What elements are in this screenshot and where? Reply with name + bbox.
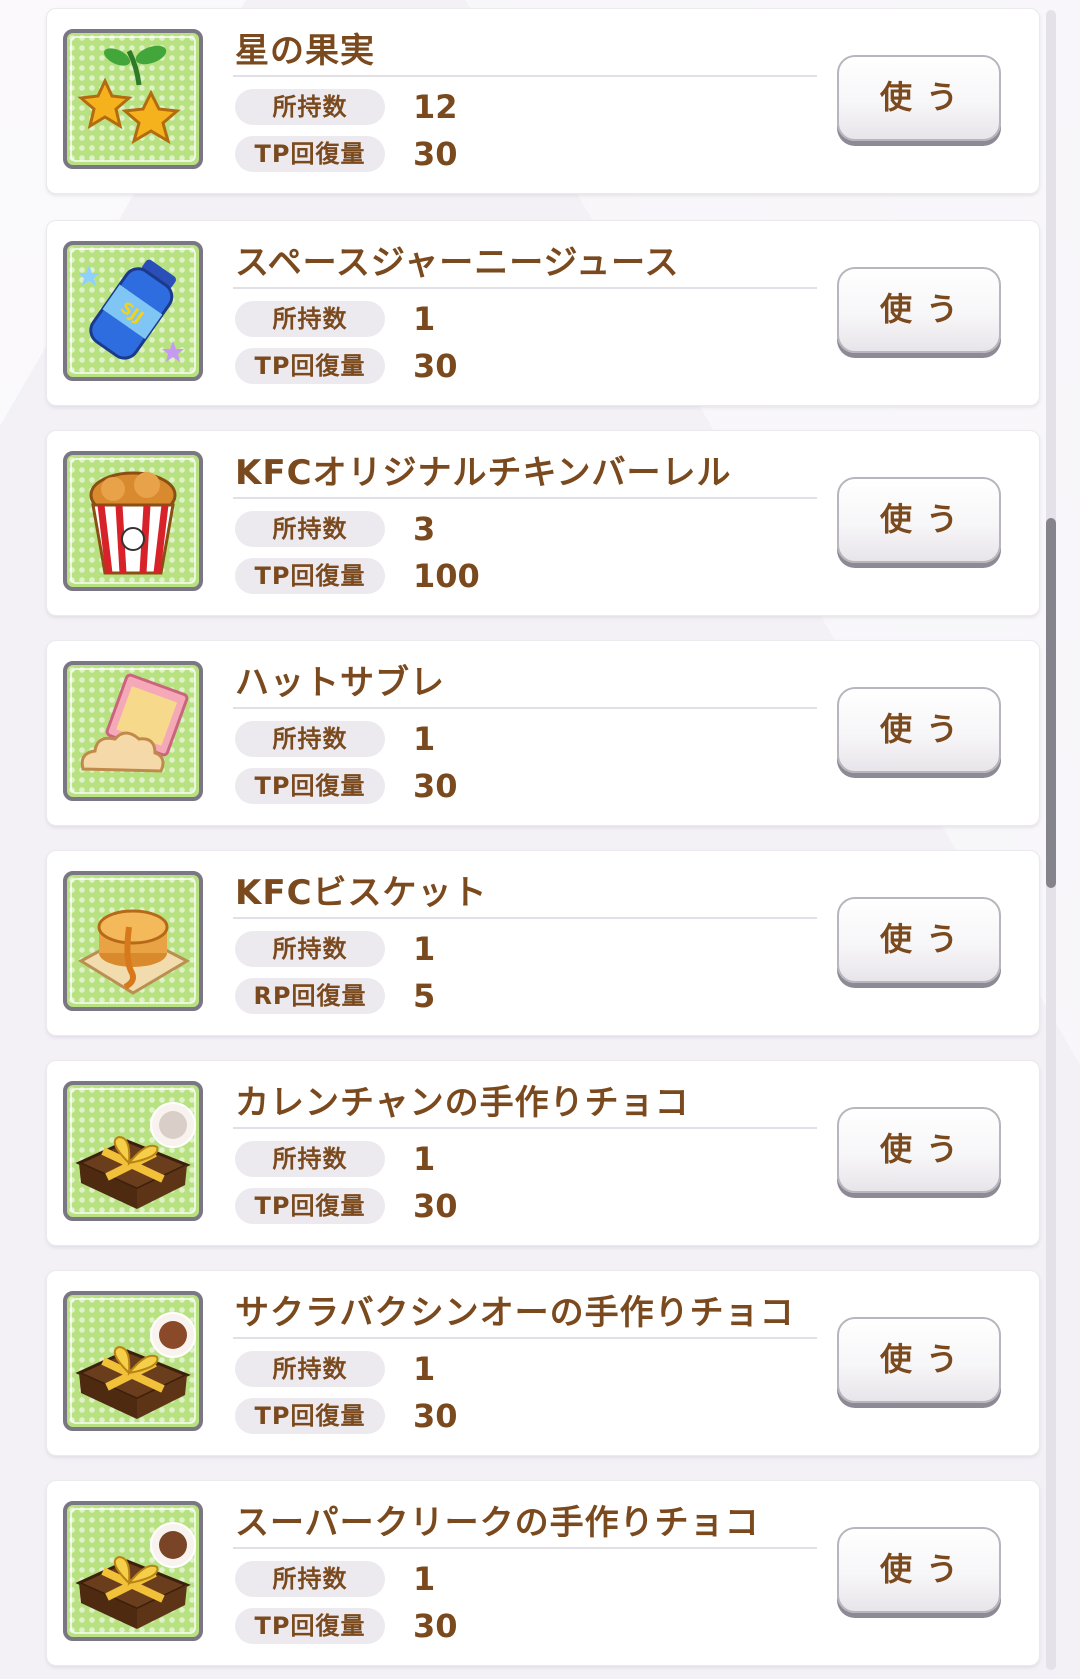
owned-label: 所持数 <box>235 1141 385 1177</box>
item-thumbnail <box>63 871 203 1011</box>
recovery-value: 30 <box>413 135 458 173</box>
divider <box>233 497 817 499</box>
gift-box-icon <box>75 1102 196 1209</box>
divider <box>233 707 817 709</box>
item-card: ハットサブレ 所持数 1 TP回復量 30 使う <box>46 640 1040 826</box>
use-button[interactable]: 使う <box>837 687 1001 773</box>
divider <box>233 287 817 289</box>
recovery-value: 100 <box>413 557 480 595</box>
owned-value: 1 <box>413 300 436 338</box>
item-name: サクラバクシンオーの手作りチョコ <box>235 1293 795 1333</box>
divider <box>233 75 817 77</box>
recovery-label: TP回復量 <box>235 348 385 384</box>
use-button[interactable]: 使う <box>837 1317 1001 1403</box>
divider <box>233 1127 817 1129</box>
item-name: KFCビスケット <box>235 873 488 913</box>
recovery-label: RP回復量 <box>235 978 385 1014</box>
recovery-label: TP回復量 <box>235 768 385 804</box>
owned-label: 所持数 <box>235 721 385 757</box>
owned-value: 1 <box>413 1560 436 1598</box>
owned-label: 所持数 <box>235 931 385 967</box>
item-card: SJJ スペースジャーニージュース 所持数 1 TP回復量 30 使う <box>46 220 1040 406</box>
item-card: カレンチャンの手作りチョコ 所持数 1 TP回復量 30 使う <box>46 1060 1040 1246</box>
recovery-value: 5 <box>413 977 436 1015</box>
recovery-label: TP回復量 <box>235 1188 385 1224</box>
star-fruit-icon <box>77 45 181 145</box>
use-button[interactable]: 使う <box>837 1527 1001 1613</box>
item-thumbnail <box>63 1291 203 1431</box>
item-thumbnail <box>63 1501 203 1641</box>
item-name: スペースジャーニージュース <box>235 243 680 283</box>
recovery-value: 30 <box>413 767 458 805</box>
gift-box-icon <box>75 1312 196 1419</box>
item-card: KFCオリジナルチキンバーレル 所持数 3 TP回復量 100 使う <box>46 430 1040 616</box>
item-thumbnail <box>63 1081 203 1221</box>
item-name: ハットサブレ <box>235 663 445 703</box>
owned-label: 所持数 <box>235 1351 385 1387</box>
recovery-value: 30 <box>413 1397 458 1435</box>
recovery-label: TP回復量 <box>235 136 385 172</box>
use-button[interactable]: 使う <box>837 55 1001 141</box>
item-name: カレンチャンの手作りチョコ <box>235 1083 690 1123</box>
item-name: KFCオリジナルチキンバーレル <box>235 453 732 493</box>
owned-value: 1 <box>413 720 436 758</box>
recovery-label: TP回復量 <box>235 1608 385 1644</box>
owned-value: 12 <box>413 88 458 126</box>
item-thumbnail <box>63 29 203 169</box>
item-thumbnail <box>63 661 203 801</box>
recovery-value: 30 <box>413 347 458 385</box>
item-name: スーパークリークの手作りチョコ <box>235 1503 760 1543</box>
gift-box-icon <box>75 1522 196 1629</box>
use-button[interactable]: 使う <box>837 477 1001 563</box>
owned-value: 3 <box>413 510 436 548</box>
divider <box>233 1547 817 1549</box>
item-thumbnail: SJJ <box>63 241 203 381</box>
owned-label: 所持数 <box>235 301 385 337</box>
divider <box>233 917 817 919</box>
recovery-value: 30 <box>413 1607 458 1645</box>
biscuit-icon <box>77 909 191 995</box>
owned-label: 所持数 <box>235 1561 385 1597</box>
juice-bottle-icon: SJJ <box>78 259 184 362</box>
owned-label: 所持数 <box>235 511 385 547</box>
owned-value: 1 <box>413 930 436 968</box>
use-button[interactable]: 使う <box>837 897 1001 983</box>
item-card: 星の果実 所持数 12 TP回復量 30 使う <box>46 8 1040 194</box>
item-name: 星の果実 <box>235 31 375 71</box>
recovery-label: TP回復量 <box>235 1398 385 1434</box>
chicken-bucket-icon <box>89 471 177 575</box>
item-card: KFCビスケット 所持数 1 RP回復量 5 使う <box>46 850 1040 1036</box>
cookie-icon <box>80 673 189 773</box>
recovery-value: 30 <box>413 1187 458 1225</box>
item-card: スーパークリークの手作りチョコ 所持数 1 TP回復量 30 使う <box>46 1480 1040 1666</box>
recovery-label: TP回復量 <box>235 558 385 594</box>
scrollbar-thumb[interactable] <box>1046 518 1056 888</box>
owned-value: 1 <box>413 1140 436 1178</box>
divider <box>233 1337 817 1339</box>
item-thumbnail <box>63 451 203 591</box>
use-button[interactable]: 使う <box>837 267 1001 353</box>
owned-value: 1 <box>413 1350 436 1388</box>
owned-label: 所持数 <box>235 89 385 125</box>
item-card: サクラバクシンオーの手作りチョコ 所持数 1 TP回復量 30 使う <box>46 1270 1040 1456</box>
use-button[interactable]: 使う <box>837 1107 1001 1193</box>
